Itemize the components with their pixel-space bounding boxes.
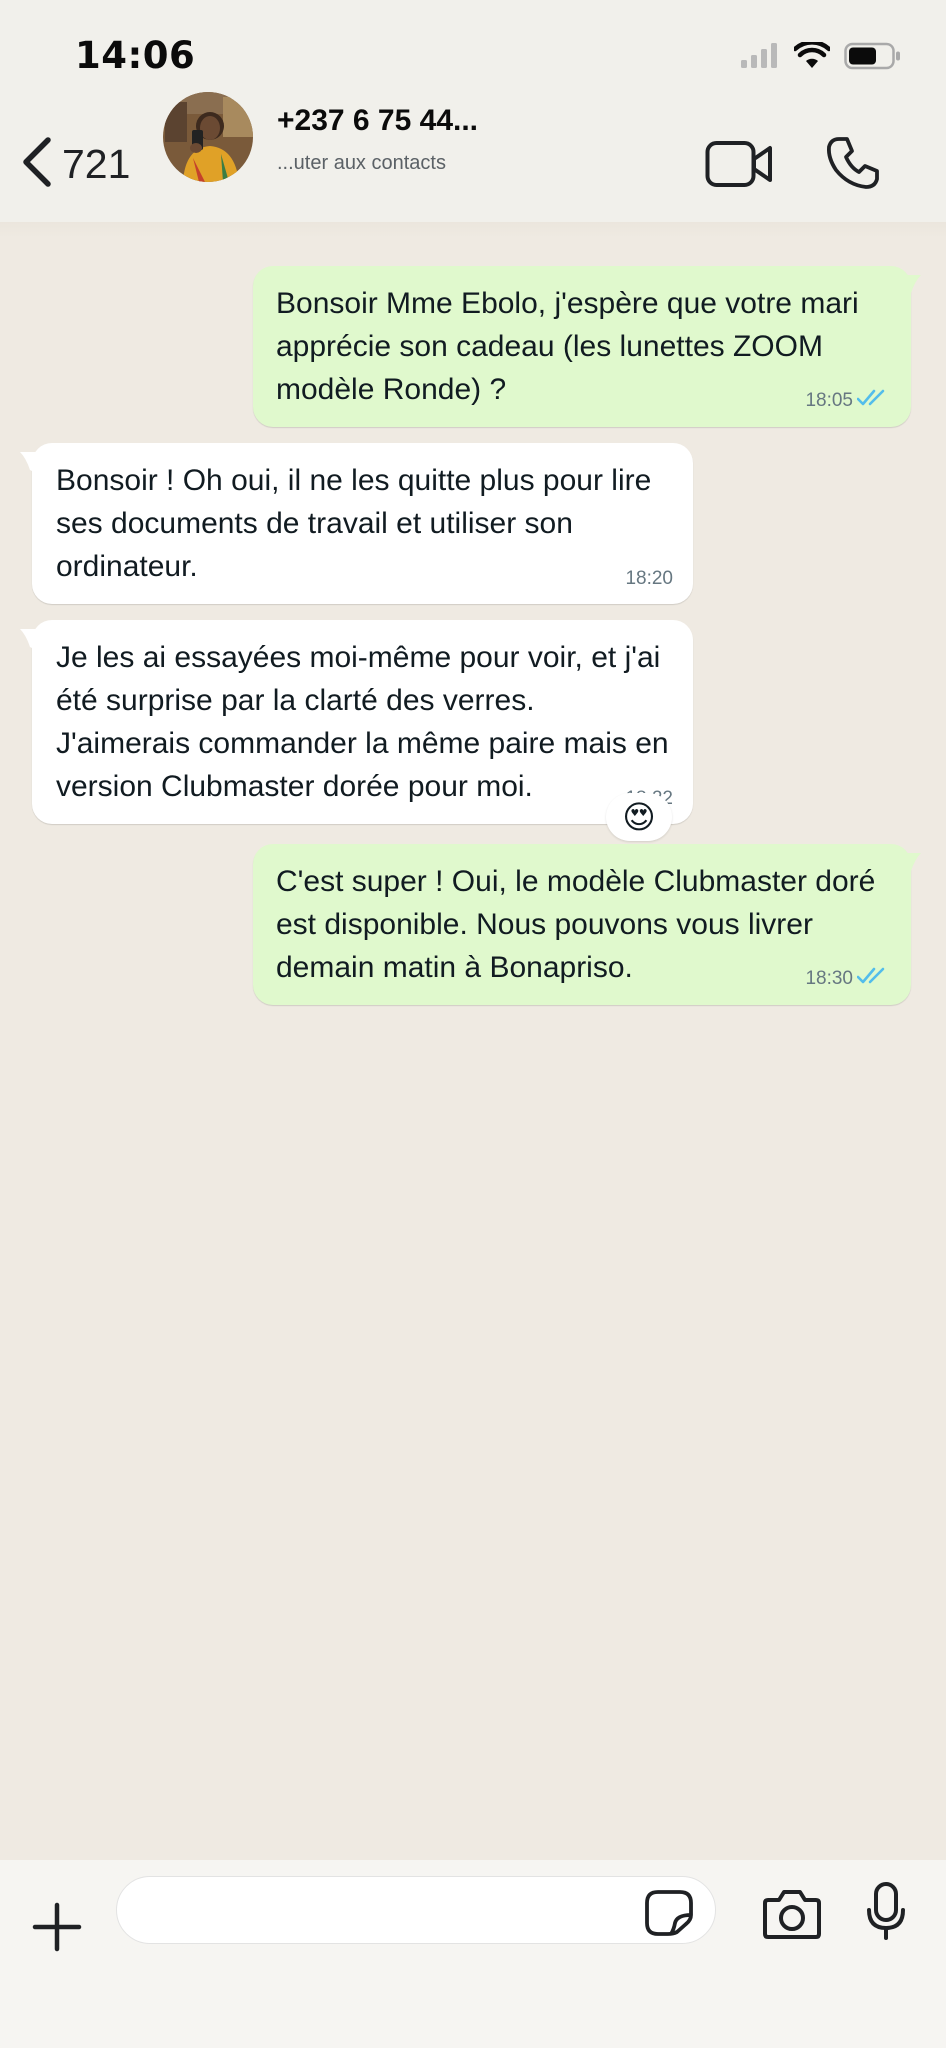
message-time: 18:20 (625, 568, 673, 589)
message-input[interactable] (116, 1876, 716, 1944)
message-time: 18:05 (805, 390, 853, 411)
header-divider (0, 222, 946, 238)
message-time: 18:30 (805, 968, 853, 989)
status-time: 14:06 (75, 34, 196, 74)
bubble-tail (20, 620, 38, 663)
bubble-tail (20, 443, 38, 486)
message-text: Je les ai essayées moi-même pour voir, e… (56, 641, 669, 803)
signal-icon (740, 42, 780, 75)
sticker-icon (645, 1890, 693, 1940)
plus-icon (32, 1902, 82, 1956)
double-check-icon (856, 967, 891, 991)
heart-eyes-emoji-icon: 😍 (622, 799, 656, 835)
camera-icon (762, 1890, 822, 1944)
bubble-tail (905, 266, 921, 309)
message-meta: 18:05 (805, 389, 891, 413)
bubble-tail (905, 844, 921, 887)
microphone-icon (866, 1882, 906, 1946)
message-incoming[interactable]: Je les ai essayées moi-même pour voir, e… (20, 620, 693, 824)
contact-name[interactable]: +237 6 75 44... (277, 104, 478, 138)
composer-bar (0, 1860, 946, 2048)
message-meta: 18:20 (625, 568, 673, 590)
message-incoming[interactable]: Bonsoir ! Oh oui, il ne les quitte plus … (20, 443, 693, 604)
phone-icon (826, 137, 880, 194)
camera-button[interactable] (762, 1888, 822, 1945)
message-text: Bonsoir Mme Ebolo, j'espère que votre ma… (276, 287, 859, 406)
chat-header: 721 +237 6 75 44... ...uter aux contacts (0, 84, 946, 226)
attach-button[interactable] (32, 1902, 82, 1957)
double-check-icon (856, 389, 891, 413)
status-bar: 14:06 (0, 0, 946, 84)
message-outgoing[interactable]: C'est super ! Oui, le modèle Clubmaster … (253, 844, 921, 1005)
message-reaction[interactable]: 😍 (606, 793, 672, 841)
back-button[interactable]: 721 (16, 136, 130, 193)
video-call-button[interactable] (705, 140, 773, 193)
message-outgoing[interactable]: Bonsoir Mme Ebolo, j'espère que votre ma… (253, 266, 921, 427)
battery-icon (844, 42, 902, 75)
wifi-icon (792, 40, 832, 75)
message-text: C'est super ! Oui, le modèle Clubmaster … (276, 865, 876, 984)
video-camera-icon (705, 141, 773, 192)
avatar[interactable] (163, 92, 253, 182)
message-meta: 18:30 (805, 967, 891, 991)
chevron-left-icon (16, 136, 56, 193)
microphone-button[interactable] (866, 1882, 906, 1947)
add-to-contacts-link[interactable]: ...uter aux contacts (277, 152, 446, 175)
status-icons (740, 40, 902, 75)
voice-call-button[interactable] (826, 136, 880, 195)
sticker-button[interactable] (645, 1890, 693, 1941)
unread-count: 721 (62, 141, 131, 187)
message-text: Bonsoir ! Oh oui, il ne les quitte plus … (56, 464, 652, 583)
